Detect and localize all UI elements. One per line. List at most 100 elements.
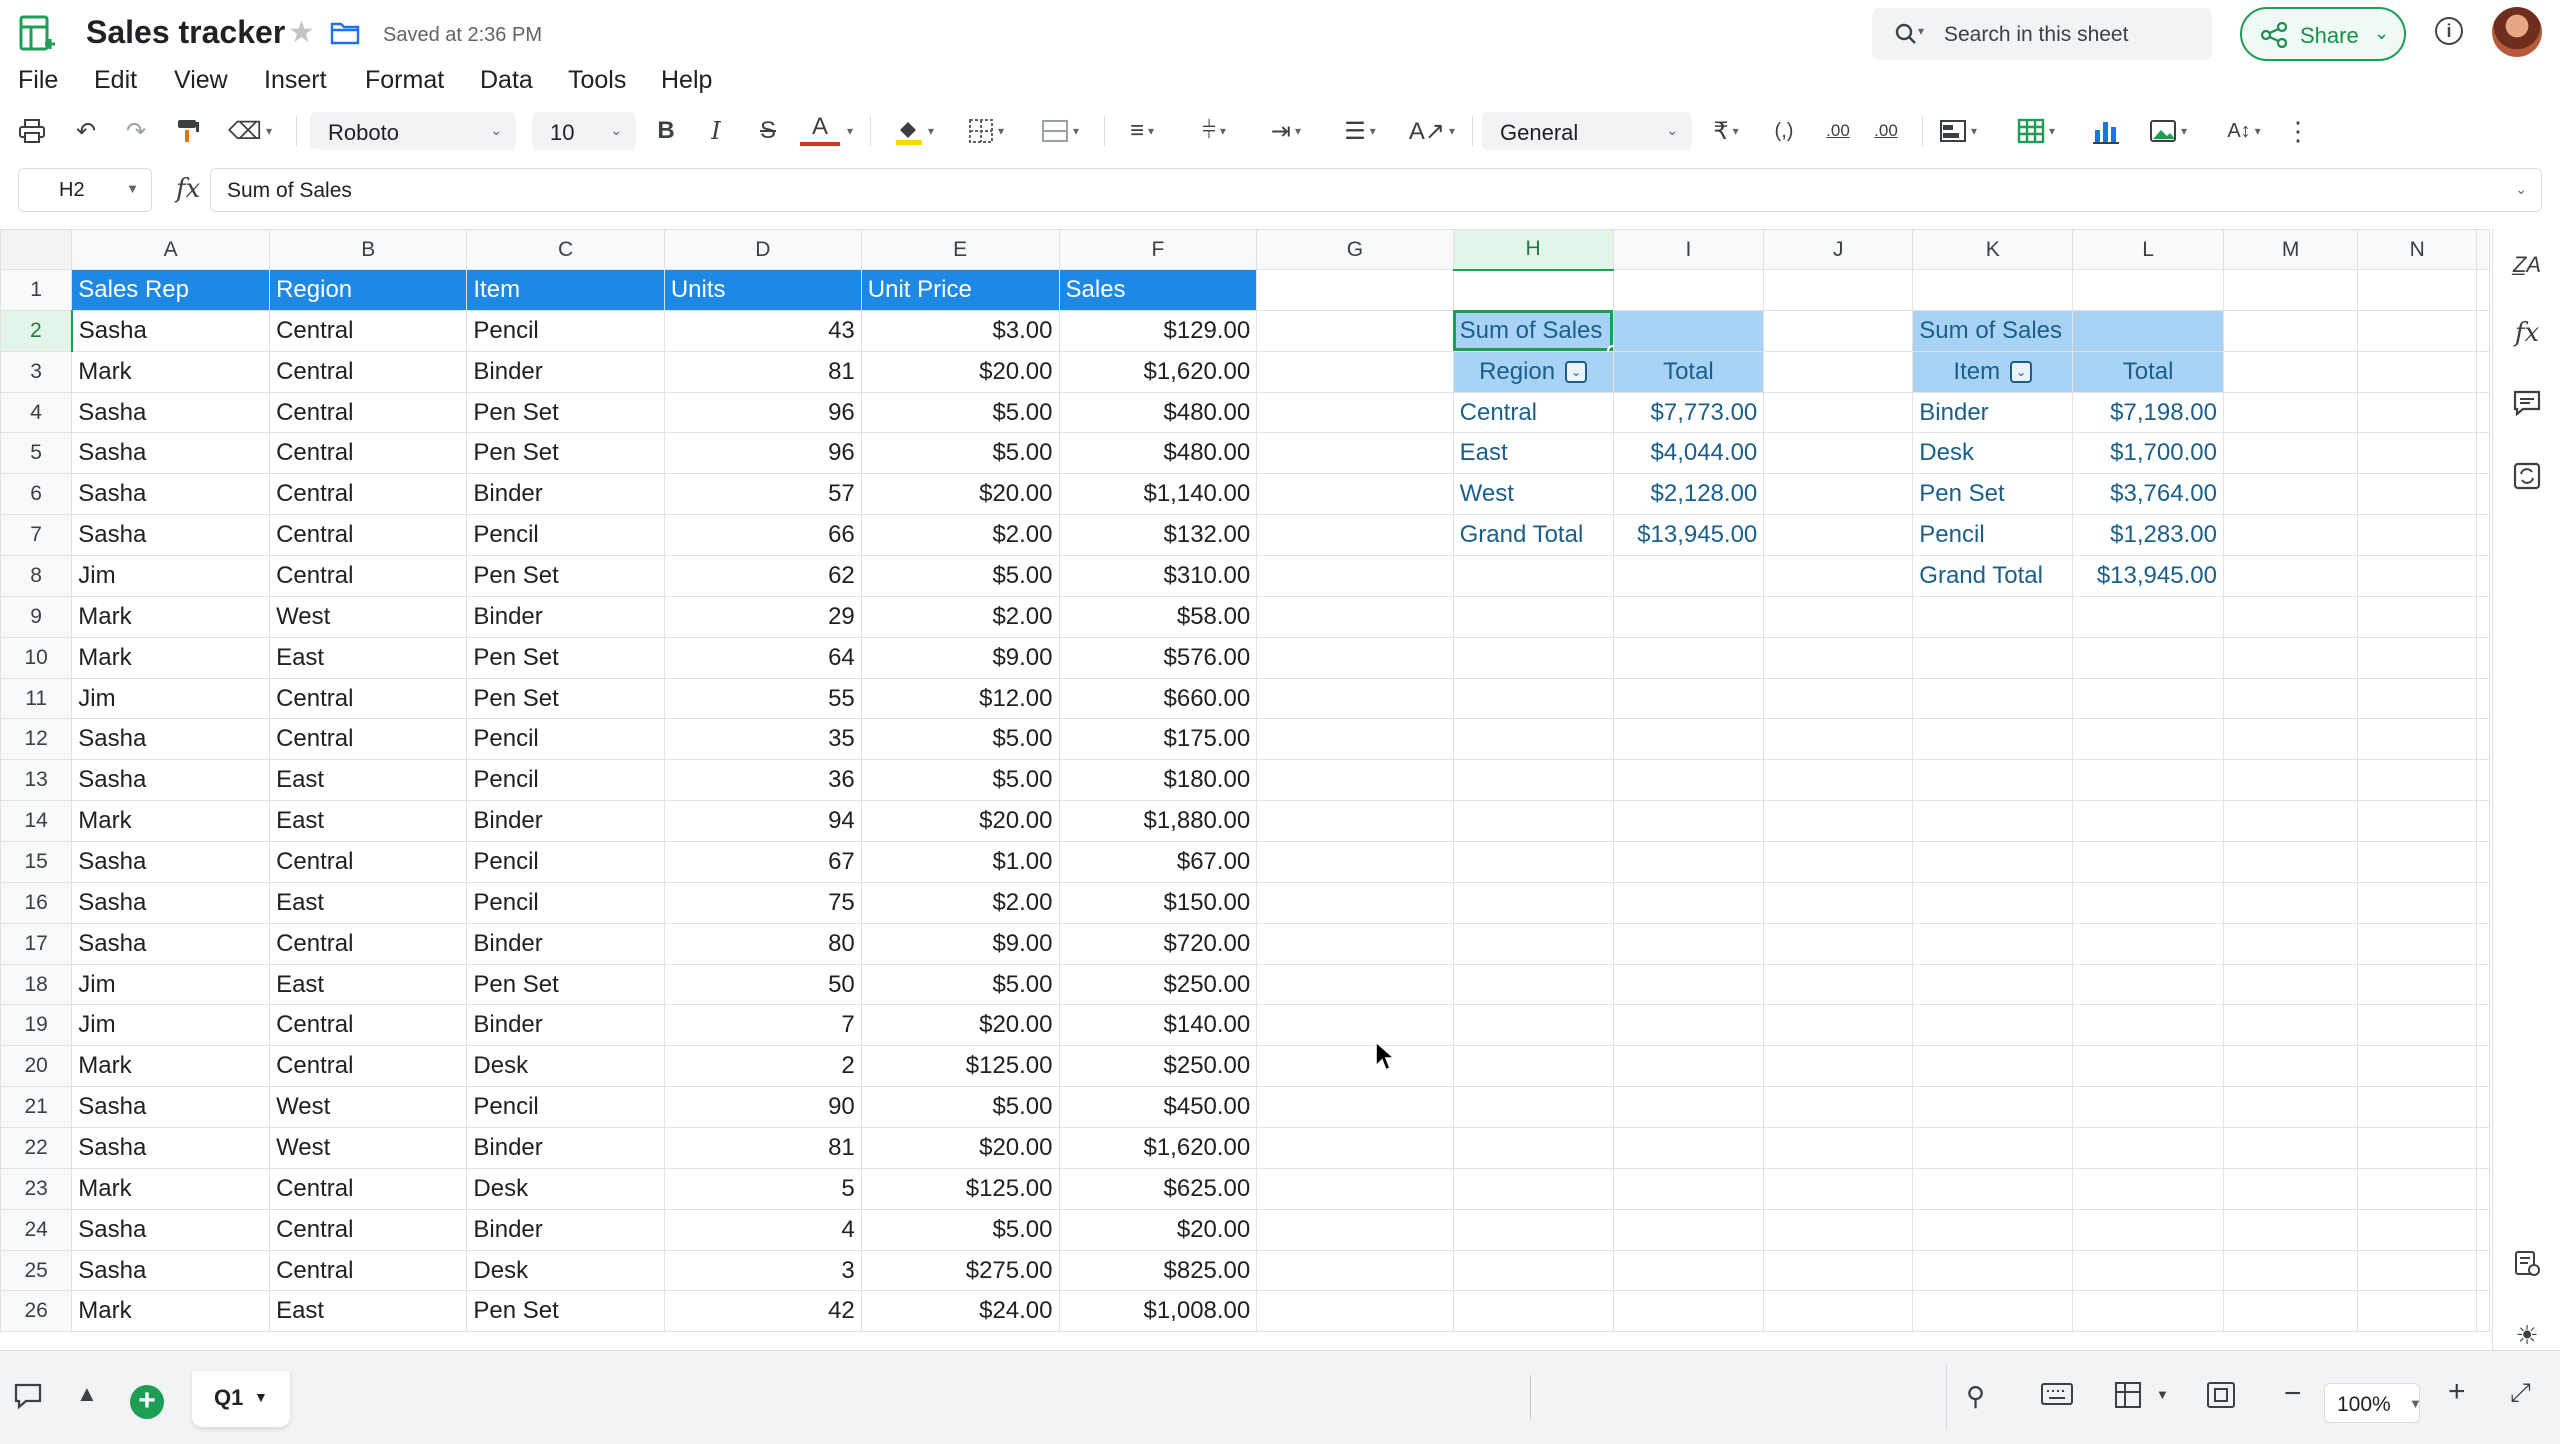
empty-cell[interactable] — [2222, 677, 2359, 720]
data-cell[interactable]: $9.00 — [860, 636, 1060, 679]
header-cell[interactable]: Unit Price — [860, 269, 1060, 311]
pivot-row-label-cell[interactable]: Region ⌄ — [1452, 350, 1614, 393]
data-cell[interactable]: $20.00 — [860, 1004, 1060, 1047]
redo-icon[interactable]: ↷ — [118, 112, 154, 150]
empty-cell[interactable] — [1452, 677, 1614, 720]
empty-cell[interactable] — [1612, 1004, 1765, 1047]
row-header-9[interactable]: 9 — [0, 595, 73, 638]
share-button[interactable]: Share ⌄ — [2240, 7, 2406, 61]
data-cell[interactable]: $2.00 — [860, 595, 1060, 638]
pivot-value-cell[interactable]: $4,044.00 — [1612, 432, 1765, 475]
data-cell[interactable]: 7 — [663, 1004, 862, 1047]
pivot-value-cell[interactable]: $3,764.00 — [2072, 473, 2224, 516]
empty-cell[interactable] — [2476, 473, 2490, 516]
data-cell[interactable]: East — [269, 963, 468, 1006]
empty-cell[interactable] — [2357, 881, 2477, 924]
empty-cell[interactable] — [2072, 677, 2224, 720]
menu-help[interactable]: Help — [661, 66, 712, 95]
empty-cell[interactable] — [1763, 1045, 1914, 1088]
more-options-icon[interactable]: ⋮ — [2285, 112, 2311, 150]
empty-cell[interactable] — [1763, 800, 1914, 843]
data-cell[interactable]: Central — [269, 309, 468, 352]
empty-cell[interactable] — [2072, 595, 2224, 638]
data-cell[interactable]: $20.00 — [1058, 1208, 1258, 1251]
menu-insert[interactable]: Insert — [264, 66, 327, 95]
data-cell[interactable]: Sasha — [71, 718, 271, 761]
empty-cell[interactable] — [2072, 922, 2224, 965]
data-cell[interactable]: 4 — [663, 1208, 862, 1251]
empty-cell[interactable] — [2476, 881, 2490, 924]
text-color-button[interactable]: A — [800, 112, 840, 146]
empty-cell[interactable] — [2222, 963, 2359, 1006]
formula-input[interactable]: Sum of Sales ⌄ — [210, 168, 2542, 212]
data-cell[interactable]: $310.00 — [1058, 555, 1258, 597]
empty-cell[interactable] — [2222, 1045, 2359, 1088]
empty-cell[interactable] — [1912, 841, 2074, 883]
pivot-row-cell[interactable]: Pen Set — [1912, 473, 2074, 516]
row-header-6[interactable]: 6 — [0, 473, 73, 516]
empty-cell[interactable] — [2222, 1208, 2359, 1251]
data-cell[interactable]: West — [269, 595, 468, 638]
empty-cell[interactable] — [2476, 636, 2490, 679]
row-header-15[interactable]: 15 — [0, 841, 73, 883]
empty-cell[interactable] — [1256, 350, 1454, 393]
translate-icon[interactable]: Z̲A — [2511, 249, 2543, 281]
row-header-4[interactable]: 4 — [0, 391, 73, 434]
empty-cell[interactable] — [1912, 1249, 2074, 1292]
empty-cell[interactable] — [2476, 1249, 2490, 1292]
row-header-17[interactable]: 17 — [0, 922, 73, 965]
empty-cell[interactable] — [2476, 922, 2490, 965]
empty-cell[interactable] — [1612, 759, 1765, 802]
empty-cell[interactable] — [1256, 841, 1454, 883]
empty-cell[interactable] — [2357, 759, 2477, 802]
data-cell[interactable]: Binder — [466, 473, 665, 516]
empty-cell[interactable] — [2357, 514, 2477, 557]
data-cell[interactable]: Central — [269, 432, 468, 475]
empty-cell[interactable] — [1763, 391, 1914, 434]
empty-cell[interactable] — [1256, 1086, 1454, 1129]
pivot-title-cell[interactable]: Sum of Sales — [1912, 309, 2074, 352]
empty-cell[interactable] — [2357, 1086, 2477, 1129]
thousands-separator-button[interactable]: (,) — [1762, 112, 1806, 150]
data-cell[interactable]: Binder — [466, 1208, 665, 1251]
data-cell[interactable]: Pen Set — [466, 391, 665, 434]
empty-cell[interactable] — [1452, 595, 1614, 638]
empty-cell[interactable] — [2357, 677, 2477, 720]
data-cell[interactable]: Desk — [466, 1167, 665, 1210]
pivot-row-cell[interactable]: Desk — [1912, 432, 2074, 475]
zoom-out-button[interactable]: − — [2284, 1377, 2302, 1411]
empty-cell[interactable] — [1256, 1167, 1454, 1210]
chevron-down-icon[interactable]: ▾ — [1918, 24, 1924, 38]
empty-cell[interactable] — [2476, 309, 2490, 352]
empty-cell[interactable] — [2222, 473, 2359, 516]
data-cell[interactable]: East — [269, 800, 468, 843]
font-family-select[interactable]: Roboto ⌄ — [310, 112, 516, 150]
pivot-header-cell[interactable] — [1612, 309, 1765, 352]
pivot-value-cell[interactable]: $7,773.00 — [1612, 391, 1765, 434]
data-cell[interactable]: Pencil — [466, 514, 665, 557]
data-cell[interactable]: $58.00 — [1058, 595, 1258, 638]
empty-cell[interactable] — [1452, 963, 1614, 1006]
theme-brightness-icon[interactable]: ☀ — [2511, 1319, 2543, 1351]
empty-cell[interactable] — [2476, 1086, 2490, 1129]
empty-cell[interactable] — [1612, 1167, 1765, 1210]
data-cell[interactable]: East — [269, 1290, 468, 1333]
header-cell[interactable]: Sales Rep — [71, 269, 271, 311]
fill-color-icon[interactable]: ▾ — [884, 112, 944, 150]
data-cell[interactable]: Pen Set — [466, 636, 665, 679]
empty-cell[interactable] — [2357, 432, 2477, 475]
empty-cell[interactable] — [2072, 1290, 2224, 1333]
empty-cell[interactable] — [1763, 555, 1914, 597]
pivot-value-cell[interactable]: $1,700.00 — [2072, 432, 2224, 475]
empty-cell[interactable] — [2222, 1249, 2359, 1292]
data-cell[interactable]: Mark — [71, 350, 271, 393]
empty-cell[interactable] — [2476, 759, 2490, 802]
data-cell[interactable]: Mark — [71, 1045, 271, 1088]
data-cell[interactable]: $1,880.00 — [1058, 800, 1258, 843]
strikethrough-button[interactable]: S — [750, 112, 786, 150]
menu-file[interactable]: File — [18, 66, 58, 95]
empty-cell[interactable] — [2222, 841, 2359, 883]
data-cell[interactable]: 43 — [663, 309, 862, 352]
data-cell[interactable]: $1,140.00 — [1058, 473, 1258, 516]
data-cell[interactable]: 62 — [663, 555, 862, 597]
